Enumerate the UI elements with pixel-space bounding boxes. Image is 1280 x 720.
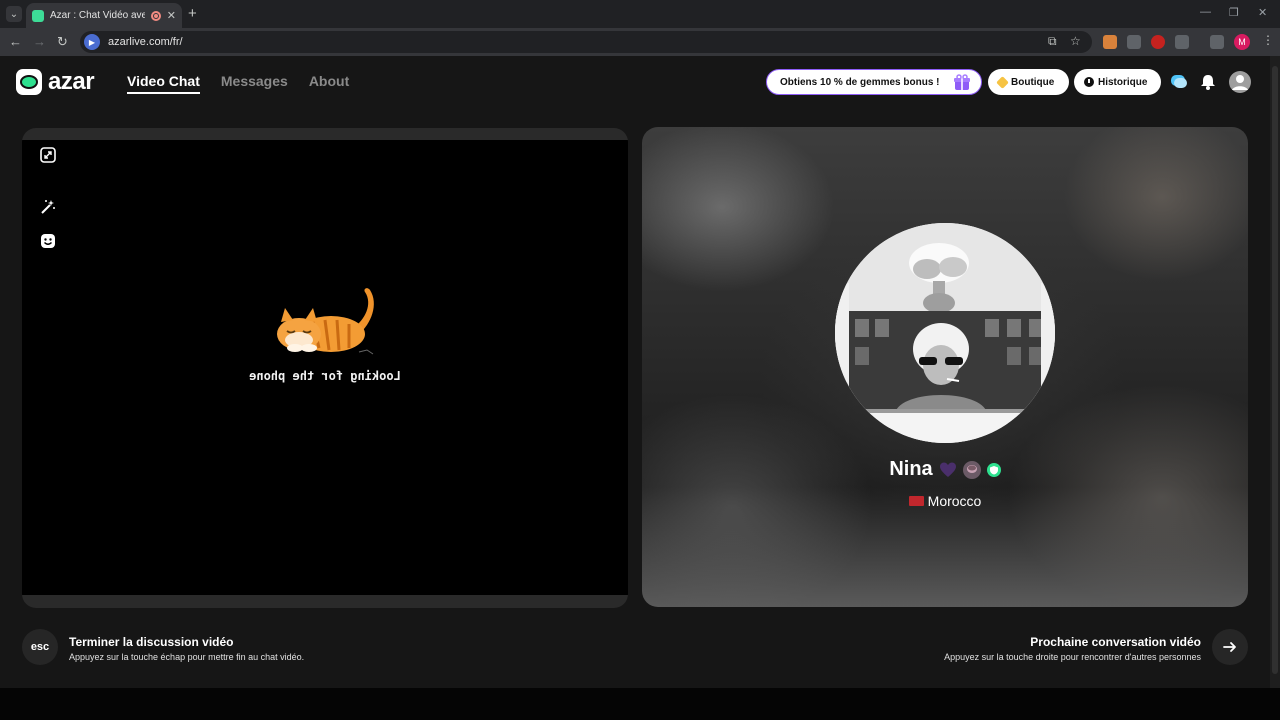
nav-about[interactable]: About	[309, 73, 349, 94]
extension-screen-icon[interactable]	[1127, 35, 1141, 49]
end-chat-button[interactable]: esc	[22, 629, 58, 665]
next-chat-title: Prochaine conversation vidéo	[1030, 635, 1201, 649]
azar-favicon-icon	[32, 9, 44, 22]
chrome-menu-icon[interactable]: ⋮	[1262, 33, 1274, 47]
next-chat-subtitle: Appuyez sur la touche droite pour rencon…	[944, 652, 1201, 662]
promo-label: Obtiens 10 % de gemmes bonus !	[780, 76, 940, 88]
local-video-panel: Looking for the phone	[22, 128, 628, 608]
browser-toolbar: ← → ↻ ▶ azarlive.com/fr/ ⧉ ☆ M ⋮	[0, 28, 1280, 56]
azar-logo-icon	[16, 69, 42, 95]
extensions-puzzle-icon[interactable]	[1175, 35, 1189, 49]
scrollbar-thumb[interactable]	[1272, 66, 1278, 674]
forward-button[interactable]: →	[33, 34, 46, 50]
next-chat-button[interactable]	[1212, 629, 1248, 665]
browser-tab[interactable]: Azar : Chat Vidéo avec de n ✕	[26, 3, 182, 28]
azar-logo[interactable]: azar	[16, 68, 95, 96]
bookmark-star-icon[interactable]: ☆	[1070, 34, 1081, 48]
remote-country: Morocco	[927, 493, 982, 509]
sticker-face-icon[interactable]	[39, 232, 57, 250]
notification-bell-icon[interactable]	[1197, 71, 1219, 93]
gem-icon	[996, 75, 1009, 89]
address-bar[interactable]: ▶ azarlive.com/fr/ ⧉ ☆	[80, 31, 1092, 53]
remote-profile-photo	[835, 223, 1055, 443]
local-video-feed: Looking for the phone	[22, 140, 628, 595]
coffee-cup-icon	[962, 460, 981, 479]
nav-messages[interactable]: Messages	[221, 73, 288, 94]
end-chat-title: Terminer la discussion vidéo	[69, 635, 234, 649]
nav-video-chat[interactable]: Video Chat	[127, 73, 200, 94]
morocco-flag-icon	[908, 496, 924, 506]
shop-label: Boutique	[1011, 76, 1055, 88]
purple-heart-icon	[939, 461, 957, 479]
sleeping-cat-icon	[277, 288, 374, 355]
recording-indicator-icon	[150, 10, 161, 21]
gift-icon	[954, 74, 970, 90]
remote-name: Nina	[889, 458, 933, 480]
bonus-gems-promo-button[interactable]: Obtiens 10 % de gemmes bonus !	[766, 69, 982, 95]
history-label: Historique	[1098, 76, 1148, 88]
arrow-right-icon	[1223, 642, 1236, 652]
azar-page: azar Video Chat Messages About Obtiens 1…	[0, 56, 1280, 688]
restore-window-button[interactable]: ❐	[1229, 6, 1239, 19]
extension-record-icon[interactable]	[1151, 35, 1165, 49]
page-scrollbar[interactable]	[1270, 56, 1280, 688]
minimize-window-button[interactable]: —	[1200, 6, 1211, 18]
remote-country-row: Morocco	[642, 493, 1248, 509]
expand-icon[interactable]	[39, 146, 57, 164]
tab-close-icon[interactable]: ✕	[167, 9, 176, 22]
logo-text: azar	[48, 68, 95, 95]
end-chat-hint: Terminer la discussion vidéo Appuyez sur…	[69, 635, 304, 662]
site-info-icon[interactable]: ▶	[84, 34, 100, 50]
magic-wand-icon[interactable]	[39, 198, 57, 216]
install-app-icon[interactable]: ⧉	[1048, 34, 1057, 49]
tab-title: Azar : Chat Vidéo avec de n	[50, 10, 145, 21]
chat-bubbles-icon[interactable]	[1168, 71, 1190, 93]
main-nav: Video Chat Messages About	[127, 73, 349, 94]
local-status-text: Looking for the phone	[249, 369, 401, 383]
remote-profile-panel: Nina Morocco	[642, 127, 1248, 607]
history-button[interactable]: Historique	[1074, 69, 1161, 95]
back-button[interactable]: ←	[9, 34, 22, 50]
tab-search-button[interactable]: ⌄	[6, 6, 22, 22]
window-bottom-area	[0, 688, 1280, 720]
next-chat-hint: Prochaine conversation vidéo Appuyez sur…	[944, 635, 1201, 662]
close-window-button[interactable]: ✕	[1258, 6, 1267, 19]
url-text: azarlive.com/fr/	[108, 36, 183, 48]
extension-cookie-icon[interactable]	[1103, 35, 1117, 49]
shop-button[interactable]: Boutique	[988, 69, 1069, 95]
end-chat-subtitle: Appuyez sur la touche échap pour mettre …	[69, 652, 305, 662]
profile-avatar[interactable]: M	[1234, 34, 1250, 50]
verified-shield-icon	[986, 462, 1001, 477]
user-avatar-icon[interactable]	[1229, 71, 1251, 93]
remote-avatar	[835, 223, 1055, 443]
browser-tabstrip: ⌄ Azar : Chat Vidéo avec de n ✕ + — ❐ ✕	[0, 0, 1280, 28]
new-tab-button[interactable]: +	[188, 5, 197, 22]
reload-button[interactable]: ↻	[57, 34, 68, 50]
remote-name-row: Nina	[642, 458, 1248, 481]
clock-icon	[1084, 77, 1094, 87]
downloads-icon[interactable]	[1210, 35, 1224, 49]
